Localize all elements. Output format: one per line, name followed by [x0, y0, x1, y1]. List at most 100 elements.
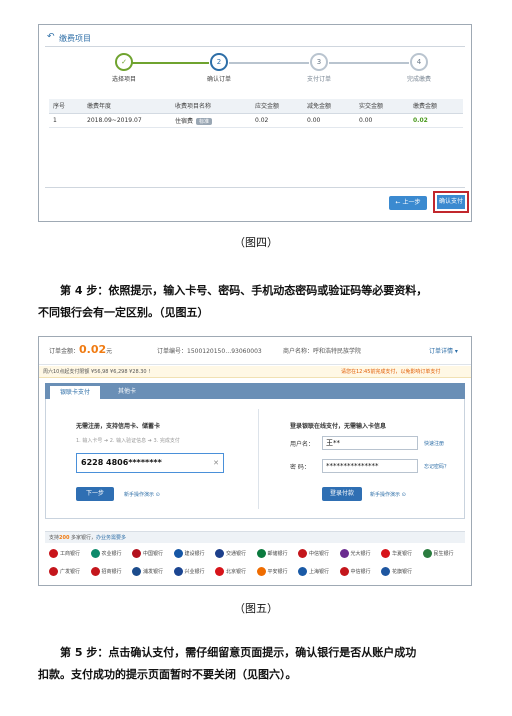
notice-bar: 周六10点起支付限额 ¥56,98 ¥6,298 ¥28.30 ! 请您在12:… — [39, 366, 471, 378]
confirm-pay-button[interactable]: 确认支付 — [437, 195, 465, 209]
order-no-label: 订单编号： — [157, 348, 188, 355]
panel-divider — [258, 409, 259, 509]
step-label: 选择项目 — [111, 76, 136, 83]
order-amount: 订单金额：0.02元 — [49, 343, 112, 356]
banks-more-link[interactable]: 办业务需要多 — [96, 535, 126, 541]
card-number-input[interactable]: 6228 4806******** ✕ — [76, 453, 224, 473]
supported-banks-text: 支持200 多家银行，办业务需要多 — [49, 534, 126, 541]
bank-logo-icon — [298, 549, 307, 558]
step-label: 确认订单 — [206, 76, 231, 83]
beginner-guide-link[interactable]: 新手操作演示 ⊙ — [124, 491, 160, 498]
figure-4-screenshot: ↶ 缴费项目 ✓ 选择项目 2 确认订单 3 支付订单 4 完成缴费 序号 缴费… — [38, 24, 472, 222]
bank-logo-icon — [256, 567, 266, 576]
next-step-button[interactable]: 下一步 — [76, 487, 114, 501]
column-header: 实交金额 — [355, 99, 409, 114]
table-row: 1 2018.09~2019.07 住宿费 标准 0.02 0.00 0.00 0… — [49, 113, 463, 128]
step-number: 2 — [210, 53, 228, 71]
merchant-name: 商户名称：呼和浩特民族学院 — [283, 346, 361, 355]
column-header: 应交金额 — [251, 99, 303, 114]
divider — [45, 187, 465, 188]
bank-name: 中信银行 — [350, 569, 371, 575]
order-no-value: 1500120150…93060003 — [187, 348, 262, 355]
bank-logo-icon — [215, 567, 224, 576]
cell-year: 2018.09~2019.07 — [83, 113, 171, 128]
column-header: 缴费年度 — [83, 99, 171, 114]
tab-other-card[interactable]: 其他卡 — [105, 385, 149, 399]
step-pay-order: 3 支付订单 — [284, 53, 354, 83]
notice-left: 周六10点起支付限额 ¥56,98 ¥6,298 ¥28.30 ! — [43, 369, 151, 375]
column-header: 序号 — [49, 99, 83, 114]
login-pay-button[interactable]: 登录付款 — [322, 487, 362, 501]
supported-banks-header: 支持200 多家银行，办业务需要多 — [45, 531, 465, 543]
column-header: 收费项目名称 — [171, 99, 251, 114]
username-label: 用户名： — [290, 441, 315, 448]
cell-due: 0.02 — [251, 113, 303, 128]
step-select-item: ✓ 选择项目 — [89, 53, 159, 83]
password-label: 密 码： — [290, 464, 310, 471]
progress-steps: ✓ 选择项目 2 确认订单 3 支付订单 4 完成缴费 — [79, 53, 431, 93]
bank-name: 花旗银行 — [392, 569, 413, 575]
card-pay-title: 无需注册，支持信用卡、储蓄卡 — [76, 423, 161, 430]
bank-item[interactable]: 民生银行 — [422, 549, 472, 561]
payment-tabs: 银联卡支付 其他卡 — [45, 383, 465, 399]
register-link[interactable]: 快速注册 — [424, 440, 444, 447]
bank-name: 招商银行 — [101, 569, 122, 575]
order-amount-label: 订单金额： — [49, 348, 80, 355]
step-label: 支付订单 — [306, 76, 331, 83]
banks-suffix: 多家银行， — [69, 535, 97, 541]
card-pay-steps: 1. 输入卡号 ➔ 2. 输入验证信息 ➔ 3. 完成支付 — [76, 438, 180, 444]
cell-reduce: 0.00 — [303, 113, 355, 128]
beginner-guide-link-2[interactable]: 新手操作演示 ⊙ — [370, 491, 406, 498]
forgot-password-link[interactable]: 忘记密码？ — [424, 463, 449, 470]
step-5-line-2: 扣款。支付成功的提示页面暂时不要关闭（见图六）。 — [38, 668, 297, 681]
step-number: 3 — [310, 53, 328, 71]
bank-name: 光大银行 — [350, 551, 371, 557]
bank-logo-icon — [132, 567, 141, 576]
item-name: 住宿费 — [175, 117, 194, 125]
payment-panel: 无需注册，支持信用卡、储蓄卡 1. 输入卡号 ➔ 2. 输入验证信息 ➔ 3. … — [45, 399, 465, 519]
bank-logo-icon — [49, 567, 58, 576]
bank-logo-icon — [90, 549, 100, 558]
table-header-row: 序号 缴费年度 收费项目名称 应交金额 减免金额 实交金额 缴费金额 — [49, 99, 463, 114]
password-input[interactable]: *************** — [322, 459, 418, 473]
card-number-value: 6228 4806******** — [81, 458, 162, 467]
login-pay-title: 登录银联在线支付，无需输入卡信息 — [290, 423, 387, 430]
step-5-line-1: 第 5 步：点击确认支付，需仔细留意页面提示，确认银行是否从账户成功 — [60, 646, 417, 659]
bank-name: 工商银行 — [60, 551, 81, 557]
bank-logo-icon — [256, 549, 266, 558]
step-confirm-order: 2 确认订单 — [184, 53, 254, 83]
merchant-label: 商户名称： — [283, 348, 314, 355]
bank-name: 上海银行 — [309, 569, 330, 575]
order-amount-unit: 元 — [106, 348, 113, 355]
fig4-header-title: 缴费项目 — [59, 34, 91, 43]
bank-logo-icon — [215, 549, 224, 558]
bank-logo-icon — [132, 549, 141, 558]
order-detail-link[interactable]: 订单详情 ▾ — [429, 346, 458, 355]
bank-name: 华夏银行 — [392, 551, 413, 557]
bank-name: 民生银行 — [433, 551, 454, 557]
order-number: 订单编号：1500120150…93060003 — [157, 346, 262, 355]
bank-name: 建设银行 — [184, 551, 205, 557]
bank-item[interactable]: 花旗银行 — [381, 567, 433, 579]
tab-unionpay-card[interactable]: 银联卡支付 — [49, 385, 101, 399]
banks-count: 200 — [59, 535, 70, 541]
step-label: 完成缴费 — [406, 76, 431, 83]
bank-logo-icon — [422, 549, 432, 558]
confirm-pay-highlight: 确认支付 — [433, 191, 469, 213]
bank-logo-icon — [173, 567, 183, 576]
username-input[interactable]: 王** — [322, 436, 418, 450]
bank-name: 浦发银行 — [143, 569, 164, 575]
standard-tag: 标准 — [196, 117, 213, 125]
previous-step-button[interactable]: ← 上一步 — [389, 196, 427, 210]
order-summary-bar: 订单金额：0.02元 订单编号：1500120150…93060003 商户名称… — [39, 337, 471, 365]
fee-table: 序号 缴费年度 收费项目名称 应交金额 减免金额 实交金额 缴费金额 1 201… — [49, 99, 463, 128]
bank-logo-icon — [339, 549, 349, 558]
bank-name: 广发银行 — [60, 569, 81, 575]
step-4-line-1: 第 4 步：依照提示，输入卡号、密码、手机动态密码或验证码等必要资料， — [60, 284, 428, 297]
step-number: 4 — [410, 53, 428, 71]
step-5-paragraph: 第 5 步：点击确认支付，需仔细留意页面提示，确认银行是否从账户成功 扣款。支付… — [38, 642, 478, 686]
bank-logo-icon — [298, 567, 307, 576]
clear-icon[interactable]: ✕ — [213, 454, 219, 472]
bank-logo-icon — [90, 567, 100, 576]
back-arrow-icon[interactable]: ↶ — [47, 32, 55, 42]
